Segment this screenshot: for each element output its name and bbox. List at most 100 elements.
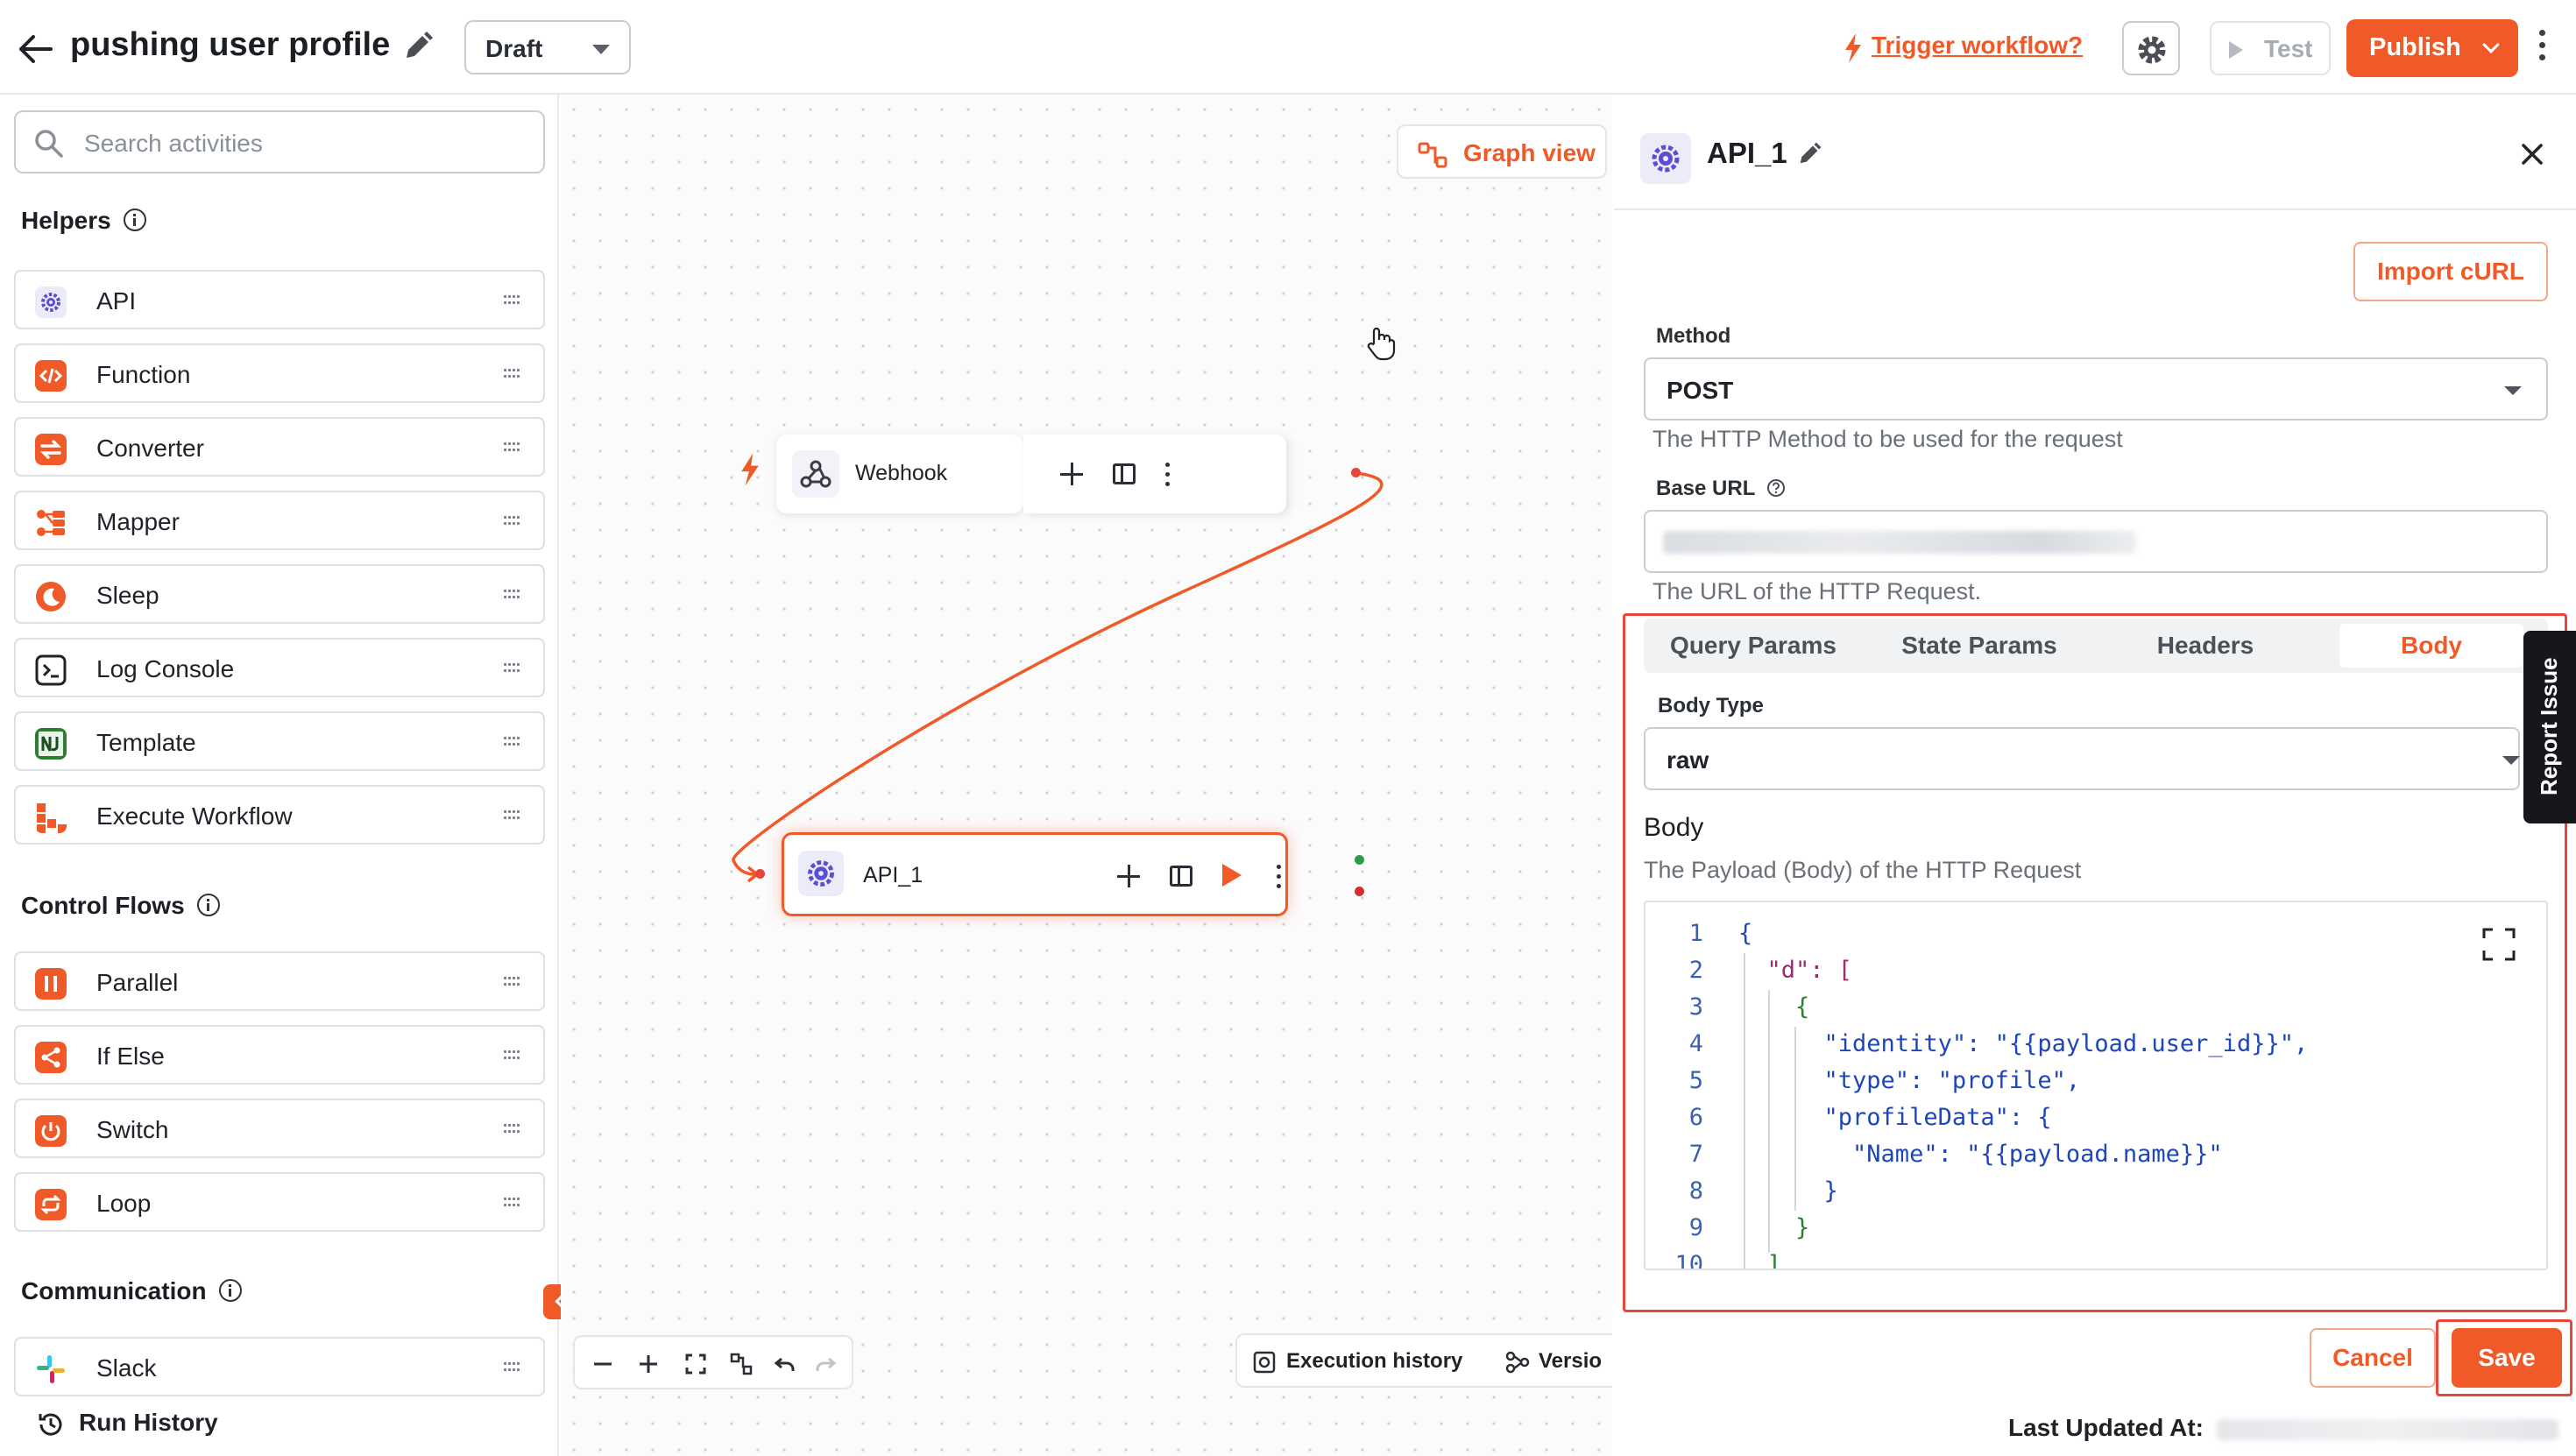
search-activities-input[interactable]: Search activities: [14, 110, 545, 173]
drag-handle-icon[interactable]: [503, 975, 520, 987]
test-button[interactable]: Test: [2210, 21, 2331, 75]
method-help: The HTTP Method to be used for the reque…: [1652, 426, 2123, 452]
help-circle-icon[interactable]: [1766, 478, 1786, 498]
slack-icon: [37, 1355, 65, 1383]
node-label: API_1: [863, 863, 924, 887]
undo-icon[interactable]: [773, 1352, 797, 1376]
base-url-input[interactable]: [1644, 510, 2548, 573]
activity-sleep[interactable]: Sleep: [14, 564, 545, 624]
activity-label: Mapper: [96, 508, 180, 535]
status-value: Draft: [485, 35, 543, 62]
trigger-workflow-link[interactable]: Trigger workflow?: [1845, 32, 2083, 60]
api-gear-icon: [1640, 133, 1691, 184]
activity-function[interactable]: Function: [14, 343, 545, 403]
activity-switch[interactable]: Switch: [14, 1099, 545, 1158]
activity-label: Slack: [96, 1354, 157, 1382]
swap-icon: [35, 434, 67, 465]
status-select[interactable]: Draft: [464, 20, 631, 74]
run-node-icon[interactable]: [1222, 864, 1242, 887]
fit-view-icon[interactable]: [683, 1352, 708, 1376]
activity-label: Loop: [96, 1190, 152, 1217]
output-port[interactable]: [1351, 468, 1361, 477]
workflow-canvas[interactable]: Graph view Webhook API_1 Execution histo…: [561, 96, 1612, 1456]
node-api-1[interactable]: API_1: [782, 832, 1288, 916]
section-helpers: Helpers: [21, 207, 146, 235]
zoom-out-icon[interactable]: [591, 1352, 615, 1376]
success-port[interactable]: [1355, 855, 1364, 865]
add-node-icon[interactable]: [1117, 865, 1140, 887]
method-select[interactable]: POST: [1644, 357, 2548, 421]
info-icon[interactable]: [218, 1279, 242, 1302]
back-arrow-icon[interactable]: [16, 30, 54, 68]
activity-api[interactable]: API: [14, 270, 545, 329]
node-more-icon[interactable]: [1164, 461, 1171, 487]
cancel-button[interactable]: Cancel: [2310, 1328, 2436, 1388]
open-panel-icon[interactable]: [1170, 866, 1192, 887]
versions-icon: [1505, 1351, 1530, 1374]
more-options-icon[interactable]: [2536, 26, 2548, 68]
drag-handle-icon[interactable]: [503, 1196, 520, 1208]
moon-icon: [36, 582, 66, 611]
section-communication: Communication: [21, 1277, 242, 1305]
branch-icon: [35, 1042, 67, 1073]
zoom-in-icon[interactable]: [636, 1352, 661, 1376]
node-webhook-actions: [1023, 435, 1286, 513]
activity-log-console[interactable]: Log Console: [14, 638, 545, 697]
section-control-flows: Control Flows: [21, 892, 220, 920]
node-more-icon[interactable]: [1275, 863, 1282, 889]
node-label: Webhook: [855, 461, 948, 485]
add-node-icon[interactable]: [1060, 463, 1083, 485]
activity-mapper[interactable]: Mapper: [14, 491, 545, 550]
drag-handle-icon[interactable]: [503, 1361, 520, 1373]
execution-history-icon: [1253, 1351, 1276, 1374]
drag-handle-icon[interactable]: [503, 661, 520, 674]
execution-history-button[interactable]: Execution history: [1286, 1349, 1462, 1374]
report-issue-tab[interactable]: Report Issue: [2523, 631, 2576, 823]
method-value: POST: [1667, 377, 1734, 404]
drag-handle-icon[interactable]: [503, 735, 520, 747]
panel-header: API_1: [1614, 95, 2576, 210]
node-webhook[interactable]: Webhook: [776, 435, 1023, 513]
panel-title: API_1: [1707, 137, 1787, 169]
activity-loop[interactable]: Loop: [14, 1172, 545, 1232]
test-label: Test: [2264, 35, 2313, 62]
activity-execute-workflow[interactable]: Execute Workflow: [14, 785, 545, 845]
activity-if-else[interactable]: If Else: [14, 1025, 545, 1085]
api-gear-icon: [35, 286, 67, 318]
activity-slack[interactable]: Slack: [14, 1337, 545, 1396]
play-icon: [2229, 41, 2243, 59]
drag-handle-icon[interactable]: [503, 588, 520, 600]
redo-icon[interactable]: [813, 1352, 838, 1376]
save-button[interactable]: Save: [2452, 1328, 2562, 1388]
run-history-link[interactable]: Run History: [39, 1409, 218, 1437]
run-history-label: Run History: [79, 1409, 218, 1436]
drag-handle-icon[interactable]: [503, 1049, 520, 1061]
drag-handle-icon[interactable]: [503, 1122, 520, 1134]
activity-label: Parallel: [96, 969, 179, 996]
activity-parallel[interactable]: Parallel: [14, 951, 545, 1011]
chevron-down-icon: [2504, 386, 2522, 395]
publish-button[interactable]: Publish: [2346, 19, 2518, 77]
open-panel-icon[interactable]: [1113, 463, 1136, 484]
drag-handle-icon[interactable]: [503, 293, 520, 306]
chevron-down-icon[interactable]: [2482, 36, 2500, 53]
edit-title-pencil-icon[interactable]: [401, 30, 435, 63]
error-port[interactable]: [1355, 887, 1364, 896]
history-clock-icon: [39, 1413, 62, 1436]
settings-button[interactable]: [2122, 21, 2180, 75]
drag-handle-icon[interactable]: [503, 367, 520, 379]
method-label: Method: [1656, 324, 1731, 348]
activity-converter[interactable]: Converter: [14, 417, 545, 477]
import-curl-button[interactable]: Import cURL: [2353, 242, 2548, 301]
input-port[interactable]: [755, 869, 765, 879]
auto-layout-icon[interactable]: [729, 1352, 754, 1376]
edit-name-pencil-icon[interactable]: [1796, 141, 1822, 167]
activity-template[interactable]: Template: [14, 711, 545, 771]
info-icon[interactable]: [123, 209, 146, 231]
close-icon[interactable]: [2516, 138, 2548, 170]
versions-button[interactable]: Versio: [1539, 1349, 1602, 1374]
drag-handle-icon[interactable]: [503, 441, 520, 453]
drag-handle-icon[interactable]: [503, 514, 520, 527]
info-icon[interactable]: [196, 894, 220, 916]
drag-handle-icon[interactable]: [503, 809, 520, 821]
